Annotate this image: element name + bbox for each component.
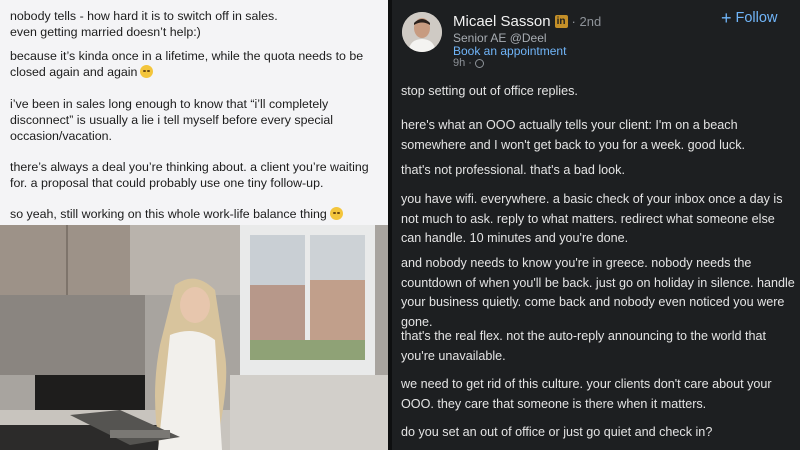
post-paragraph: that's not professional. that's a bad lo… — [401, 163, 625, 177]
post-paragraph: because it’s kinda once in a lifetime, w… — [10, 49, 364, 79]
author-row: Micael Sasson in · 2nd — [453, 12, 601, 30]
follow-button[interactable]: + Follow — [721, 8, 777, 28]
left-post-panel: nobody tells - how hard it is to switch … — [0, 0, 388, 450]
post-paragraph: you have wifi. everywhere. a basic check… — [401, 192, 783, 245]
post-paragraph: so yeah, still working on this whole wor… — [10, 206, 382, 222]
post-paragraph: that's the real flex. not the auto-reply… — [401, 329, 767, 363]
post-photo — [0, 225, 388, 450]
post-timestamp: 9h · — [453, 57, 484, 69]
linkedin-premium-icon: in — [554, 14, 568, 28]
post-paragraph: i’ve been in sales long enough to know t… — [10, 97, 333, 143]
connection-degree: · 2nd — [571, 13, 602, 29]
right-post-panel: Micael Sasson in · 2nd Senior AE @Deel B… — [392, 0, 800, 450]
sweat-smile-emoji-icon — [329, 207, 343, 220]
book-appointment-link[interactable]: Book an appointment — [453, 44, 566, 58]
post-paragraph: nobody tells - how hard it is to switch … — [10, 9, 278, 39]
plus-icon: + — [721, 8, 732, 28]
author-name[interactable]: Micael Sasson — [453, 13, 551, 30]
post-paragraph: there’s always a deal you’re thinking ab… — [10, 160, 369, 190]
post-paragraph: here's what an OOO actually tells your c… — [401, 118, 746, 152]
bride-laptop-kitchen-image — [0, 225, 388, 450]
author-headline: Senior AE @Deel — [453, 31, 547, 45]
profile-photo-icon — [402, 12, 442, 52]
post-paragraph: we need to get rid of this culture. your… — [401, 377, 772, 411]
post-paragraph: and nobody needs to know you're in greec… — [401, 256, 795, 329]
relieved-emoji-icon — [140, 65, 154, 78]
post-paragraph: stop setting out of office replies. — [401, 84, 578, 98]
avatar[interactable] — [402, 12, 442, 52]
globe-icon — [474, 58, 484, 68]
post-paragraph: do you set an out of office or just go q… — [401, 425, 713, 439]
